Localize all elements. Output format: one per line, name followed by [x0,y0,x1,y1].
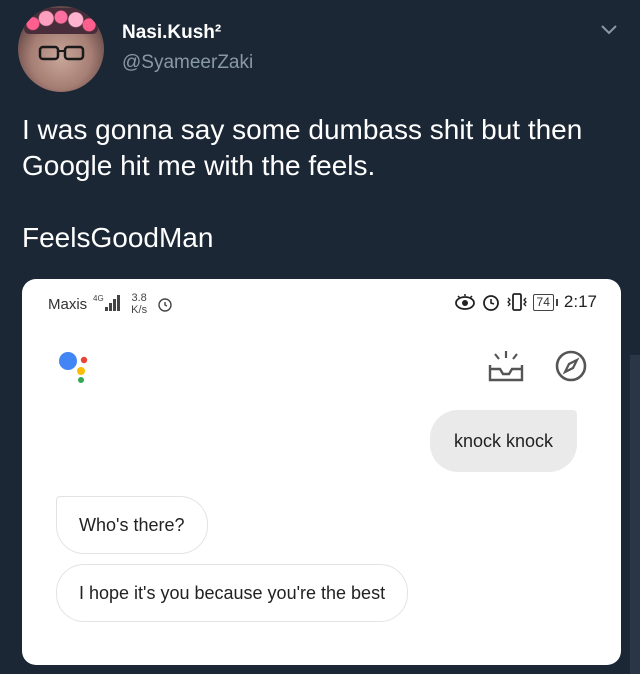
image-edge [630,355,640,674]
user-message-bubble: knock knock [430,410,578,472]
network-speed: 3.8 K/s [131,292,147,316]
assistant-message-bubble: Who's there? [56,496,208,554]
alarm-icon [158,298,172,312]
tweet-text: I was gonna say some dumbass shit but th… [22,114,583,181]
battery-level: 74 [532,293,554,311]
assistant-message-bubble: I hope it's you because you're the best [56,564,409,622]
speed-value: 3.8 [131,292,147,304]
status-bar-left: Maxis 4G 3.8 K/s [48,292,173,316]
battery-icon [555,298,558,306]
compass-icon[interactable] [554,349,588,383]
chevron-down-icon[interactable] [598,18,620,40]
inbox-snapshot-icon[interactable] [486,349,526,383]
display-name[interactable]: Nasi.Kush² [122,22,221,44]
speed-unit: K/s [131,304,148,316]
network-type-label: 4G [93,294,104,303]
status-bar-right: 74 2:17 [454,292,597,312]
eye-comfort-icon [454,294,475,310]
carrier-label: Maxis [48,296,88,313]
vibrate-icon [506,293,527,311]
tweet-tag-line: FeelsGoodMan [22,222,214,253]
flower-crown-decoration [24,8,98,34]
glasses-icon [38,45,85,61]
user-handle[interactable]: @SyameerZaki [122,52,253,74]
attached-screenshot[interactable]: Maxis 4G 3.8 K/s 74 2:17 knock knock Who… [22,279,621,665]
avatar[interactable] [18,6,104,92]
alarm-clock-icon [482,295,499,311]
signal-strength-icon: 4G [93,294,121,311]
google-assistant-icon[interactable] [58,349,92,383]
clock-time: 2:17 [563,292,597,311]
